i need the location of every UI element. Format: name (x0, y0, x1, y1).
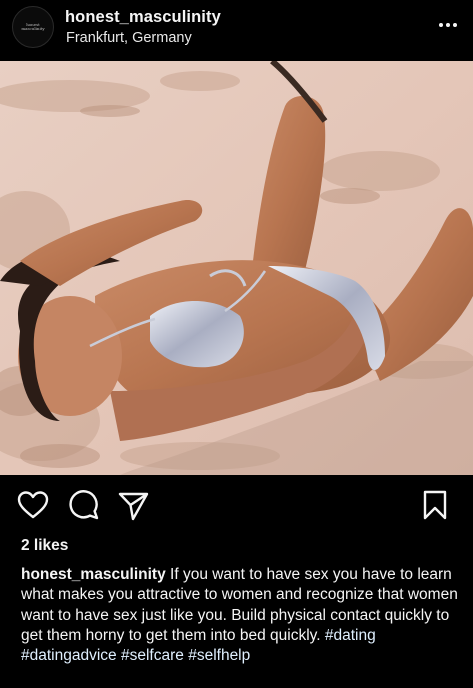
post-header: honest masculinity honest_masculinity Fr… (0, 0, 473, 56)
post-location[interactable]: Frankfurt, Germany (66, 30, 192, 46)
more-options-icon[interactable] (437, 14, 459, 36)
post-username[interactable]: honest_masculinity (65, 8, 221, 27)
post-photo[interactable] (0, 61, 473, 475)
send-icon[interactable] (116, 488, 150, 522)
post-actions (0, 478, 473, 534)
comment-icon[interactable] (66, 488, 100, 522)
hashtag[interactable]: #selfhelp (188, 647, 250, 664)
likes-count[interactable]: 2 likes (21, 537, 68, 555)
hashtag[interactable]: #datingadvice (21, 647, 117, 664)
caption-username[interactable]: honest_masculinity (21, 566, 166, 583)
avatar[interactable]: honest masculinity (12, 6, 54, 48)
photo-image (0, 61, 473, 475)
hashtag[interactable]: #selfcare (121, 647, 184, 664)
heart-icon[interactable] (16, 488, 50, 522)
hashtag[interactable]: #dating (325, 627, 376, 644)
post-caption: honest_masculinity If you want to have s… (21, 565, 461, 666)
bookmark-icon[interactable] (418, 488, 452, 522)
avatar-logo: honest masculinity (21, 22, 45, 31)
